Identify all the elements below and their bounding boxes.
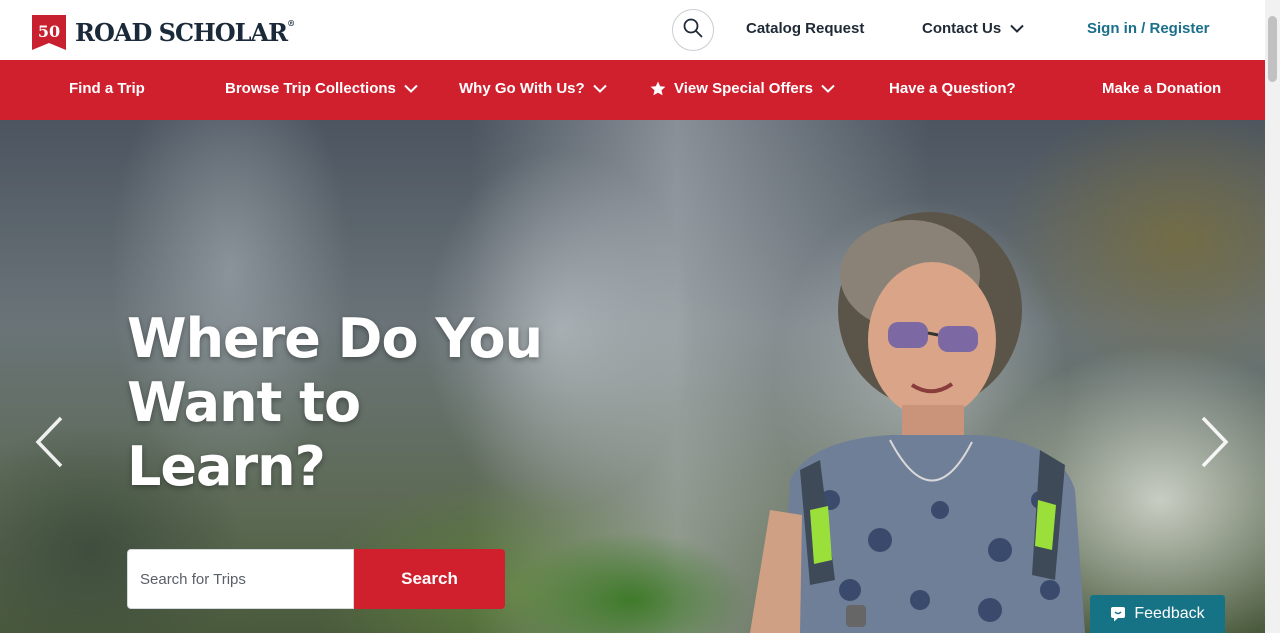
nav-label: Browse Trip Collections <box>225 80 396 97</box>
nav-view-special-offers[interactable]: View Special Offers <box>650 80 835 97</box>
chevron-right-icon <box>1200 416 1230 473</box>
nav-label: Have a Question? <box>889 80 1016 97</box>
star-icon <box>650 81 666 96</box>
feedback-button[interactable]: Feedback <box>1090 595 1225 633</box>
trip-search-input[interactable] <box>127 549 354 609</box>
nav-label: Make a Donation <box>1102 80 1222 97</box>
logo-50-badge: 50 <box>32 15 66 50</box>
nav-make-a-donation[interactable]: Make a Donation <box>1102 80 1221 97</box>
nav-label: Why Go With Us? <box>459 80 585 97</box>
sign-in-register-label: Sign in / Register <box>1087 20 1210 37</box>
feedback-icon <box>1110 606 1126 622</box>
carousel-prev-button[interactable] <box>32 415 66 473</box>
main-nav: Find a Trip Browse Trip Collections Why … <box>0 60 1265 120</box>
top-header: 50 ROAD SCHOLAR® Catalog Request Contact… <box>0 0 1265 60</box>
nav-find-a-trip[interactable]: Find a Trip <box>69 80 145 97</box>
catalog-request-link[interactable]: Catalog Request <box>746 20 864 37</box>
search-icon <box>683 18 703 43</box>
chevron-down-icon <box>1010 24 1024 33</box>
contact-us-label: Contact Us <box>922 20 1002 37</box>
logo-registered-mark: ® <box>287 18 295 28</box>
chevron-down-icon <box>404 84 418 93</box>
nav-label: Find a Trip <box>69 80 145 97</box>
contact-us-menu[interactable]: Contact Us <box>922 20 1024 37</box>
logo-text: ROAD SCHOLAR <box>75 18 288 47</box>
page-scrollbar[interactable] <box>1265 0 1280 633</box>
nav-why-go-with-us[interactable]: Why Go With Us? <box>459 80 607 97</box>
trip-search-form: Search <box>127 549 505 609</box>
search-toggle-button[interactable] <box>672 9 714 51</box>
nav-have-a-question[interactable]: Have a Question? <box>889 80 1016 97</box>
search-button[interactable]: Search <box>354 549 505 609</box>
chevron-left-icon <box>34 416 64 473</box>
road-scholar-logo[interactable]: 50 ROAD SCHOLAR® <box>32 15 295 50</box>
chevron-down-icon <box>592 84 607 93</box>
scrollbar-thumb[interactable] <box>1268 16 1277 82</box>
hero-traveler-photo <box>750 212 1085 633</box>
nav-label: View Special Offers <box>674 80 813 97</box>
feedback-label: Feedback <box>1134 605 1205 622</box>
headline-line-2: Want to <box>127 371 361 434</box>
hero-headline: Where Do You Want to Learn? <box>127 307 547 499</box>
catalog-request-label: Catalog Request <box>746 20 865 37</box>
logo-wordmark: ROAD SCHOLAR® <box>75 18 295 47</box>
hero-banner: Where Do You Want to Learn? Search <box>0 120 1265 633</box>
sign-in-register-link[interactable]: Sign in / Register <box>1087 20 1210 37</box>
headline-line-1: Where Do You <box>127 307 543 370</box>
nav-browse-trip-collections[interactable]: Browse Trip Collections <box>225 80 418 97</box>
chevron-down-icon <box>821 84 835 93</box>
carousel-next-button[interactable] <box>1198 415 1232 473</box>
headline-line-3: Learn? <box>127 435 326 498</box>
